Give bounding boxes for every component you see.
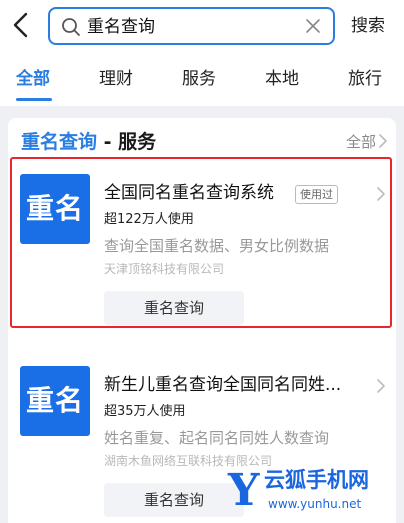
watermark-url: www.yunhu.net bbox=[268, 497, 362, 511]
highlight-frame bbox=[10, 157, 392, 328]
app-logo: 重名 bbox=[20, 366, 90, 436]
search-input[interactable]: 重名查询 bbox=[87, 16, 155, 38]
category-tabs: 全部 理财 服务 本地 旅行 bbox=[0, 54, 404, 106]
user-count: 超35万人使用 bbox=[104, 404, 186, 419]
result-description: 姓名重复、起名同名同姓人数查询 bbox=[104, 429, 330, 447]
watermark-letter: Y bbox=[228, 465, 260, 516]
tab-travel[interactable]: 旅行 bbox=[348, 68, 382, 90]
query-button[interactable]: 重名查询 bbox=[104, 483, 244, 517]
watermark-name: 云狐手机网 bbox=[264, 468, 369, 492]
tab-local[interactable]: 本地 bbox=[265, 68, 299, 90]
clear-icon[interactable] bbox=[305, 18, 321, 34]
search-icon bbox=[62, 18, 80, 36]
top-bar: 重名查询 搜索 bbox=[0, 0, 404, 54]
active-tab-indicator bbox=[16, 98, 52, 101]
tab-services[interactable]: 服务 bbox=[182, 68, 216, 90]
search-box[interactable]: 重名查询 bbox=[48, 7, 335, 45]
search-button[interactable]: 搜索 bbox=[351, 15, 385, 37]
watermark-logo: Y 云狐手机网 www.yunhu.net bbox=[228, 463, 404, 523]
chevron-right-icon bbox=[377, 379, 385, 393]
section-title: 重名查询 - 服务 bbox=[21, 130, 156, 154]
result-name: 新生儿重名查询全国同名同姓... bbox=[104, 375, 342, 395]
back-arrow-icon[interactable] bbox=[8, 10, 34, 40]
section-all-link[interactable]: 全部 bbox=[346, 132, 376, 152]
section-title-keyword: 重名查询 bbox=[21, 131, 98, 153]
chevron-right-icon bbox=[379, 134, 387, 148]
tab-finance[interactable]: 理财 bbox=[99, 68, 133, 90]
section-title-suffix: - 服务 bbox=[97, 131, 157, 153]
tab-all[interactable]: 全部 bbox=[16, 68, 50, 90]
